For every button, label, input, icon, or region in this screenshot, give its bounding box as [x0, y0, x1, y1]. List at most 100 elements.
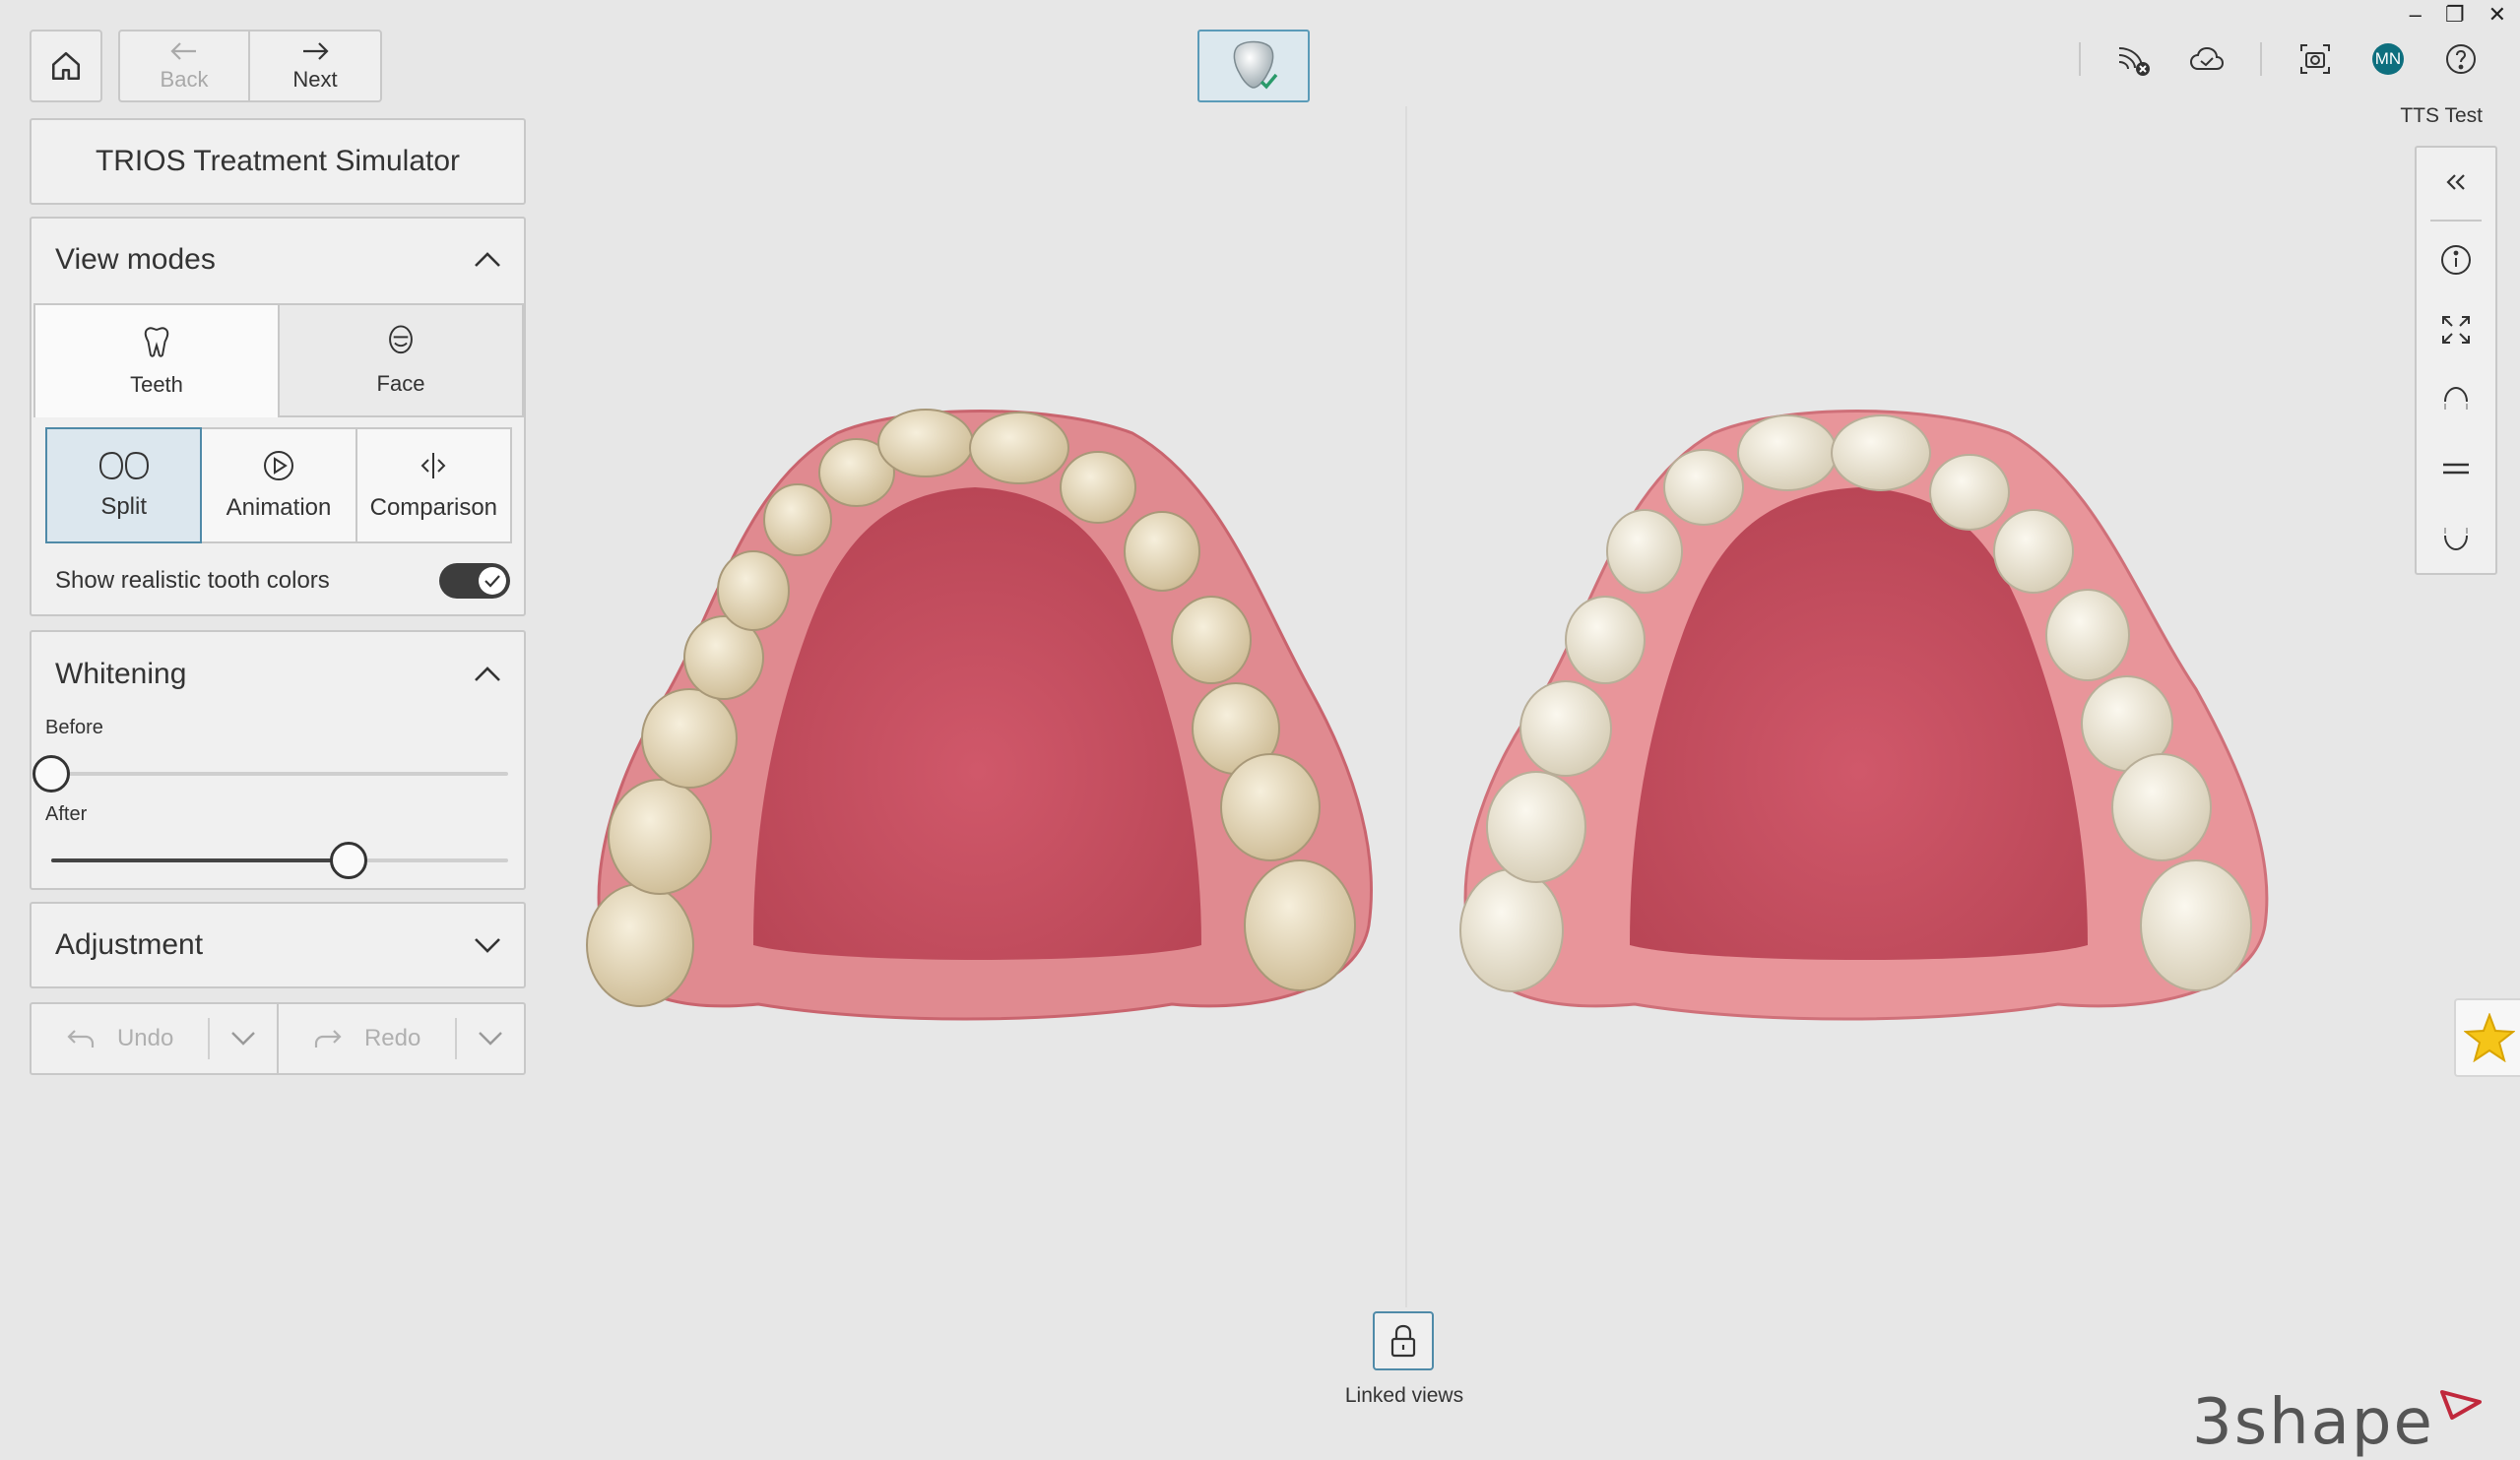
- next-button[interactable]: Next: [250, 30, 382, 102]
- tooth: [2140, 859, 2252, 991]
- tooth: [641, 688, 738, 789]
- user-name: TTS Test: [2400, 104, 2483, 127]
- tooth: [1663, 449, 1744, 526]
- rotate-down-button[interactable]: [2415, 503, 2497, 573]
- info-button[interactable]: [2415, 225, 2497, 295]
- toolbar-divider: [2430, 219, 2482, 222]
- rotate-down-icon: [2444, 527, 2468, 550]
- undo-redo-group: Undo Redo: [30, 1002, 526, 1075]
- level-button[interactable]: [2415, 434, 2497, 504]
- close-button[interactable]: ✕: [2488, 2, 2506, 28]
- undo-label: Undo: [116, 1025, 174, 1051]
- tooth: [1929, 454, 2010, 531]
- tooth-model-button[interactable]: [1197, 30, 1310, 102]
- top-right-toolbar: MN: [2079, 39, 2481, 79]
- rotate-up-button[interactable]: [2415, 364, 2497, 434]
- tooth: [2045, 589, 2130, 681]
- tooth: [1606, 509, 1683, 594]
- whitening-header[interactable]: Whitening: [32, 632, 524, 717]
- view-modes-title: View modes: [55, 243, 216, 276]
- view-mode-buttons: Split Animation Comparison: [45, 427, 512, 543]
- tooth: [877, 409, 974, 477]
- collapse-toolbar-button[interactable]: [2415, 148, 2497, 218]
- tooth: [1459, 868, 1564, 992]
- after-slider-fill: [51, 858, 349, 862]
- favorite-button[interactable]: [2454, 998, 2520, 1077]
- tooth: [1220, 753, 1321, 861]
- logo-text: 3shape: [2192, 1386, 2434, 1459]
- app-title-button[interactable]: TRIOS Treatment Simulator: [30, 118, 526, 205]
- screenshot-icon: [2300, 44, 2330, 74]
- no-connection-icon: [2118, 47, 2150, 76]
- dental-arch-after[interactable]: [1448, 394, 2275, 1044]
- redo-icon: [314, 1030, 342, 1047]
- before-slider[interactable]: [32, 755, 508, 793]
- fullscreen-button[interactable]: [2415, 294, 2497, 364]
- tab-face-label: Face: [376, 371, 425, 396]
- equal-icon: [2443, 463, 2469, 475]
- whitening-title: Whitening: [55, 658, 187, 690]
- tooth: [1993, 509, 2074, 594]
- split-icon: [98, 451, 149, 480]
- adjustment-header[interactable]: Adjustment: [32, 904, 524, 986]
- toolbar-divider: [2260, 42, 2262, 76]
- tooth: [1486, 771, 1586, 883]
- after-slider[interactable]: [51, 842, 508, 879]
- undo-icon: [67, 1030, 95, 1047]
- tab-face[interactable]: Face: [278, 303, 524, 417]
- undo-dropdown[interactable]: [208, 1018, 277, 1059]
- realistic-colors-row: Show realistic tooth colors: [55, 561, 510, 601]
- redo-dropdown[interactable]: [455, 1018, 524, 1059]
- star-icon: [2464, 1013, 2515, 1062]
- linked-views-button[interactable]: [1373, 1311, 1434, 1370]
- before-slider-thumb[interactable]: [32, 755, 70, 793]
- home-icon: [51, 51, 81, 81]
- minimize-button[interactable]: –: [2410, 2, 2422, 28]
- dental-arch-before[interactable]: [581, 394, 1389, 1044]
- brand-logo: 3shape: [2192, 1386, 2484, 1459]
- back-button[interactable]: Back: [118, 30, 250, 102]
- next-label: Next: [292, 67, 338, 92]
- tooth: [1831, 414, 1931, 491]
- after-slider-thumb[interactable]: [329, 842, 367, 879]
- fullscreen-icon: [2442, 315, 2470, 344]
- tooth: [1060, 451, 1136, 524]
- cloud-button[interactable]: [2187, 39, 2227, 79]
- chevron-down-icon: [479, 1032, 502, 1046]
- split-mode-button[interactable]: Split: [45, 427, 203, 543]
- connection-status-button[interactable]: [2114, 39, 2154, 79]
- undo-button[interactable]: Undo: [32, 1004, 208, 1073]
- play-circle-icon: [263, 451, 293, 480]
- redo-button[interactable]: Redo: [279, 1004, 455, 1073]
- help-icon: [2446, 44, 2476, 74]
- tooth-check-icon: [1233, 40, 1278, 90]
- arrow-right-icon: [303, 42, 329, 60]
- nav-group: Back Next: [118, 30, 382, 102]
- screenshot-button[interactable]: [2295, 39, 2335, 79]
- tooth: [1171, 596, 1252, 684]
- window-controls: – ❐ ✕: [2410, 2, 2506, 28]
- tooth: [1124, 511, 1200, 592]
- realistic-colors-toggle[interactable]: [439, 563, 510, 599]
- toolbar-divider: [2079, 42, 2081, 76]
- comparison-mode-button[interactable]: Comparison: [356, 427, 512, 543]
- help-button[interactable]: [2441, 39, 2481, 79]
- tooth: [608, 779, 712, 895]
- split-label: Split: [100, 493, 147, 520]
- user-avatar-button[interactable]: MN: [2368, 39, 2408, 79]
- chevron-down-icon: [231, 1032, 255, 1046]
- face-icon: [389, 325, 413, 354]
- animation-mode-button[interactable]: Animation: [202, 427, 357, 543]
- restore-button[interactable]: ❐: [2445, 2, 2465, 28]
- tooth: [763, 483, 832, 556]
- chevron-up-icon: [475, 667, 500, 681]
- right-toolbar: [2415, 146, 2497, 575]
- view-modes-header[interactable]: View modes: [32, 219, 524, 301]
- before-label: Before: [45, 717, 103, 738]
- toggle-knob: [479, 567, 506, 595]
- linked-views-label: Linked views: [1344, 1384, 1464, 1407]
- check-icon: [485, 575, 500, 588]
- logo-mark-icon: [2439, 1390, 2482, 1420]
- tab-teeth[interactable]: Teeth: [33, 303, 278, 417]
- home-button[interactable]: [30, 30, 102, 102]
